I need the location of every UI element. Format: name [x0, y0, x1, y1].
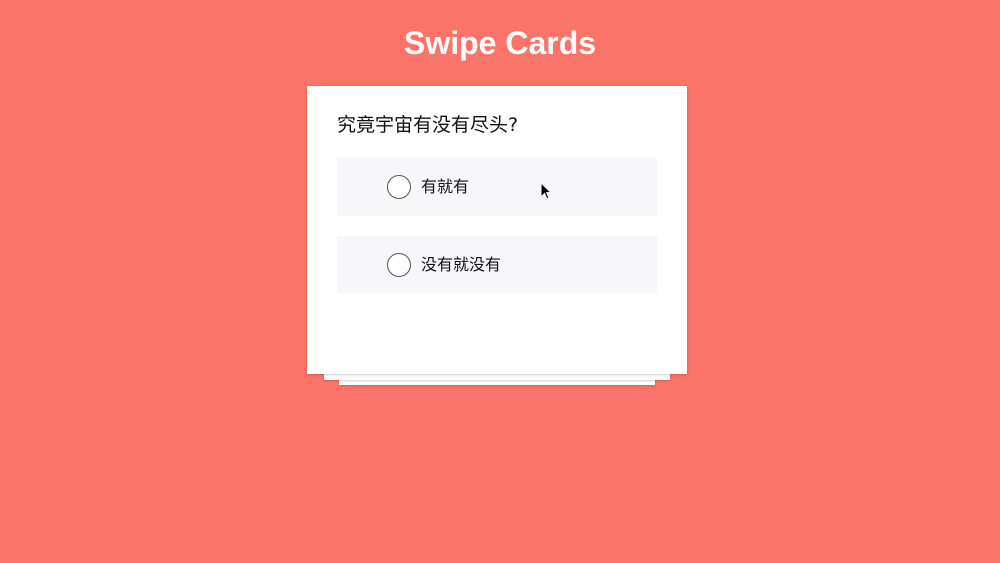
radio-circle-icon[interactable]: [387, 253, 411, 277]
answer-option-2[interactable]: 没有就没有: [337, 236, 657, 294]
radio-circle-icon[interactable]: [387, 175, 411, 199]
answer-option-label: 有就有: [421, 177, 470, 196]
card-question: 究竟宇宙有没有尽头?: [337, 114, 519, 136]
swipe-card[interactable]: 究竟宇宙有没有尽头? 有就有 没有就没有: [307, 86, 687, 374]
answer-option-1[interactable]: 有就有: [337, 158, 657, 216]
answer-option-label: 没有就没有: [421, 255, 502, 274]
page-title: Swipe Cards: [403, 25, 597, 61]
mouse-pointer-icon: [540, 182, 552, 200]
